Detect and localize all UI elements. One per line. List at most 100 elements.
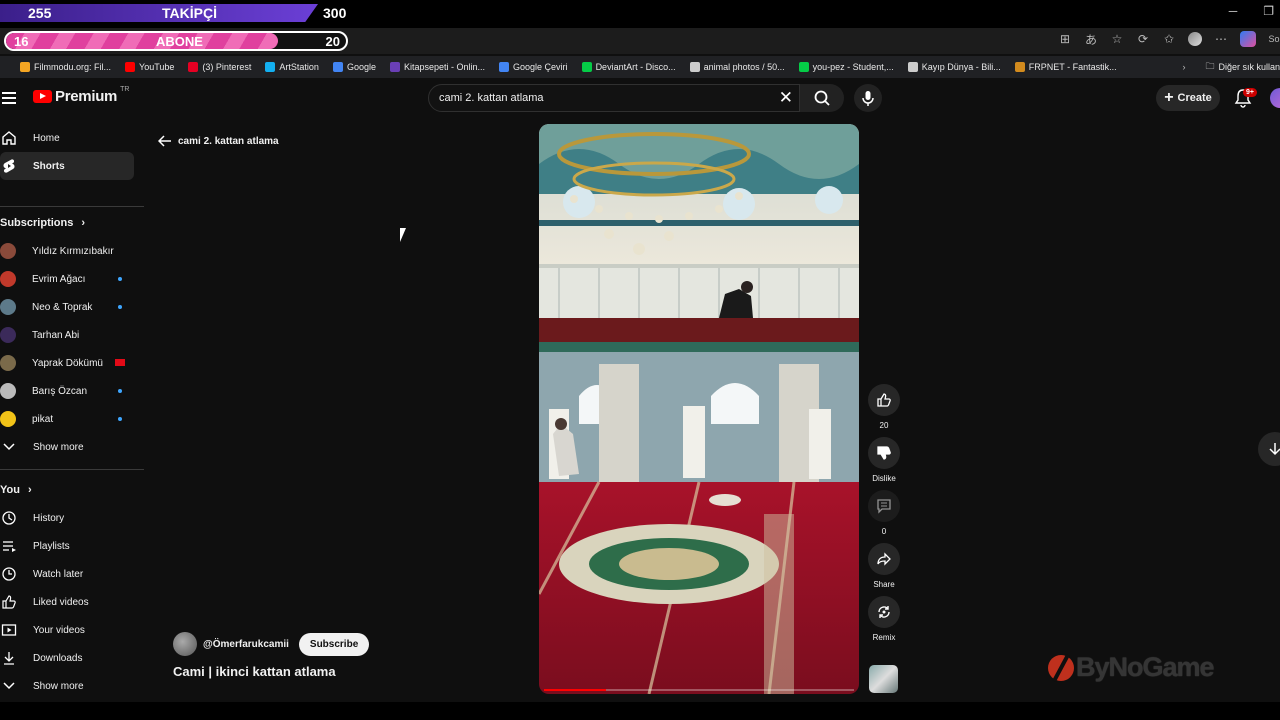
subscribe-button[interactable]: Subscribe xyxy=(298,632,370,656)
video-progress-bar[interactable] xyxy=(544,689,854,691)
sidebar-item-subscription[interactable]: Barış Özcan xyxy=(0,377,144,405)
app-icon[interactable]: ⊞ xyxy=(1058,32,1072,46)
bookmark-item[interactable]: (3) Pinterest xyxy=(188,62,251,72)
sidebar-item-liked-videos[interactable]: Liked videos xyxy=(0,588,144,616)
bookmark-icon xyxy=(499,62,510,72)
like-count: 20 xyxy=(879,421,889,430)
like-button[interactable] xyxy=(868,384,900,416)
dislike-button[interactable] xyxy=(868,437,900,469)
search-input[interactable]: cami 2. kattan atlama ✕ xyxy=(428,84,800,112)
sidebar-item-your-videos[interactable]: Your videos xyxy=(0,616,144,644)
youtube-logo[interactable]: Premium TR xyxy=(33,86,129,105)
sidebar-item-subscription[interactable]: Evrim Ağacı xyxy=(0,265,144,293)
bookmark-item[interactable]: animal photos / 50... xyxy=(689,62,785,72)
avatar[interactable] xyxy=(1270,88,1280,108)
search-button[interactable] xyxy=(800,84,844,112)
bookmark-item[interactable]: Filmmodu.org: Fil... xyxy=(20,62,111,72)
sidebar-item-home[interactable]: Home xyxy=(0,124,144,152)
you-heading[interactable]: You › xyxy=(0,476,144,504)
subscriptions-title: Subscriptions xyxy=(0,217,74,229)
bookmark-label: Google Çeviri xyxy=(513,62,568,72)
share-button[interactable] xyxy=(868,543,900,575)
divider xyxy=(0,206,144,207)
comments-button[interactable] xyxy=(868,490,900,522)
bookmark-item[interactable]: DeviantArt - Disco... xyxy=(581,62,676,72)
short-video-player[interactable] xyxy=(539,124,859,694)
sidebar-item-label: Watch later xyxy=(33,568,84,580)
profile-text: So xyxy=(1268,34,1280,44)
channel-name[interactable]: @Ömerfarukcamii xyxy=(203,639,289,650)
new-content-dot xyxy=(118,305,122,309)
browser-toolbar-icons: ⊞ あ ☆ ⟳ ✩ ⋯ So xyxy=(1058,31,1280,47)
sidebar-item-subscription[interactable]: pikat xyxy=(0,405,144,433)
sidebar-item-watch-later[interactable]: Watch later xyxy=(0,560,144,588)
your-videos-icon xyxy=(1,622,17,638)
bookmark-item[interactable]: Kitapsepeti - Onlin... xyxy=(389,62,485,72)
thumbs-down-icon xyxy=(877,446,891,460)
sidebar-item-playlists[interactable]: Playlists xyxy=(0,532,144,560)
minimize-icon[interactable]: ─ xyxy=(1229,4,1238,18)
bookmark-label: ArtStation xyxy=(279,62,319,72)
bookmark-label: animal photos / 50... xyxy=(703,62,785,72)
new-content-dot xyxy=(118,277,122,281)
create-button[interactable]: + Create xyxy=(1156,85,1220,111)
downloads-icon xyxy=(1,650,17,666)
copilot-icon[interactable] xyxy=(1240,31,1256,47)
sidebar-item-subscription[interactable]: Yaprak Dökümü xyxy=(0,349,144,377)
bookmark-item[interactable]: you-pez - Student,... xyxy=(798,62,894,72)
show-more-subscriptions[interactable]: Show more xyxy=(0,433,144,461)
search-value: cami 2. kattan atlama xyxy=(439,92,544,104)
bookmark-label: you-pez - Student,... xyxy=(812,62,894,72)
sidebar-item-label: Barış Özcan xyxy=(32,385,88,397)
share-action: Share xyxy=(867,543,901,590)
avatar xyxy=(0,299,16,315)
bookmark-label: Filmmodu.org: Fil... xyxy=(34,62,112,72)
sound-thumbnail[interactable] xyxy=(869,665,898,693)
subscriptions-heading[interactable]: Subscriptions › xyxy=(0,209,144,237)
live-flag-icon xyxy=(115,359,125,366)
comments-count: 0 xyxy=(881,527,887,536)
remix-button[interactable] xyxy=(868,596,900,628)
more-icon[interactable]: ⋯ xyxy=(1214,32,1228,46)
sidebar-item-downloads[interactable]: Downloads xyxy=(0,644,144,672)
sidebar-item-label: Evrim Ağacı xyxy=(32,273,86,285)
other-bookmarks[interactable]: › 🗀 Diğer sık kullan xyxy=(1182,59,1280,75)
translate-icon[interactable]: あ xyxy=(1084,32,1098,47)
sidebar-item-label: Shorts xyxy=(33,160,65,172)
sidebar-item-subscription[interactable]: Tarhan Abi xyxy=(0,321,144,349)
avatar xyxy=(0,383,16,399)
bookmark-item[interactable]: Google xyxy=(332,62,376,72)
sidebar-item-subscription[interactable]: Yıldız Kırmızıbakır xyxy=(0,237,144,265)
bookmark-item[interactable]: ArtStation xyxy=(265,62,319,72)
favorites-icon[interactable]: ✩ xyxy=(1162,32,1176,46)
menu-icon[interactable] xyxy=(2,92,16,104)
bookmark-label: FRPNET - Fantastik... xyxy=(1028,62,1117,72)
extensions-icon[interactable]: ⟳ xyxy=(1136,32,1150,46)
bookmark-icon xyxy=(581,62,592,72)
bookmark-item[interactable]: Google Çeviri xyxy=(499,62,568,72)
mouse-cursor xyxy=(400,228,412,242)
bookmark-icon xyxy=(689,62,700,72)
back-button[interactable]: cami 2. kattan atlama xyxy=(158,135,279,147)
comment-icon xyxy=(877,499,891,514)
star-icon[interactable]: ☆ xyxy=(1110,32,1124,46)
history-icon xyxy=(1,510,17,526)
sidebar-item-shorts[interactable]: Shorts xyxy=(0,152,134,180)
sidebar-item-history[interactable]: History xyxy=(0,504,144,532)
channel-avatar[interactable] xyxy=(173,632,197,656)
show-more-you[interactable]: Show more xyxy=(0,672,144,700)
bookmark-item[interactable]: YouTube xyxy=(125,62,174,72)
divider xyxy=(0,469,144,470)
chevron-right-icon[interactable]: › xyxy=(1182,62,1185,72)
bookmark-item[interactable]: Kayıp Dünya - Bili... xyxy=(907,62,1001,72)
bookmark-item[interactable]: FRPNET - Fantastik... xyxy=(1014,62,1117,72)
sidebar-item-subscription[interactable]: Neo & Toprak xyxy=(0,293,144,321)
clear-search-icon[interactable]: ✕ xyxy=(779,89,793,107)
voice-search-button[interactable] xyxy=(854,84,882,112)
maximize-icon[interactable]: ❐ xyxy=(1263,4,1274,18)
share-icon xyxy=(877,552,891,566)
next-video-button[interactable] xyxy=(1258,432,1280,466)
profile-icon[interactable] xyxy=(1188,32,1202,46)
video-title[interactable]: Cami | ikinci kattan atlama xyxy=(173,664,336,679)
sidebar-item-label: Yaprak Dökümü xyxy=(32,357,103,369)
